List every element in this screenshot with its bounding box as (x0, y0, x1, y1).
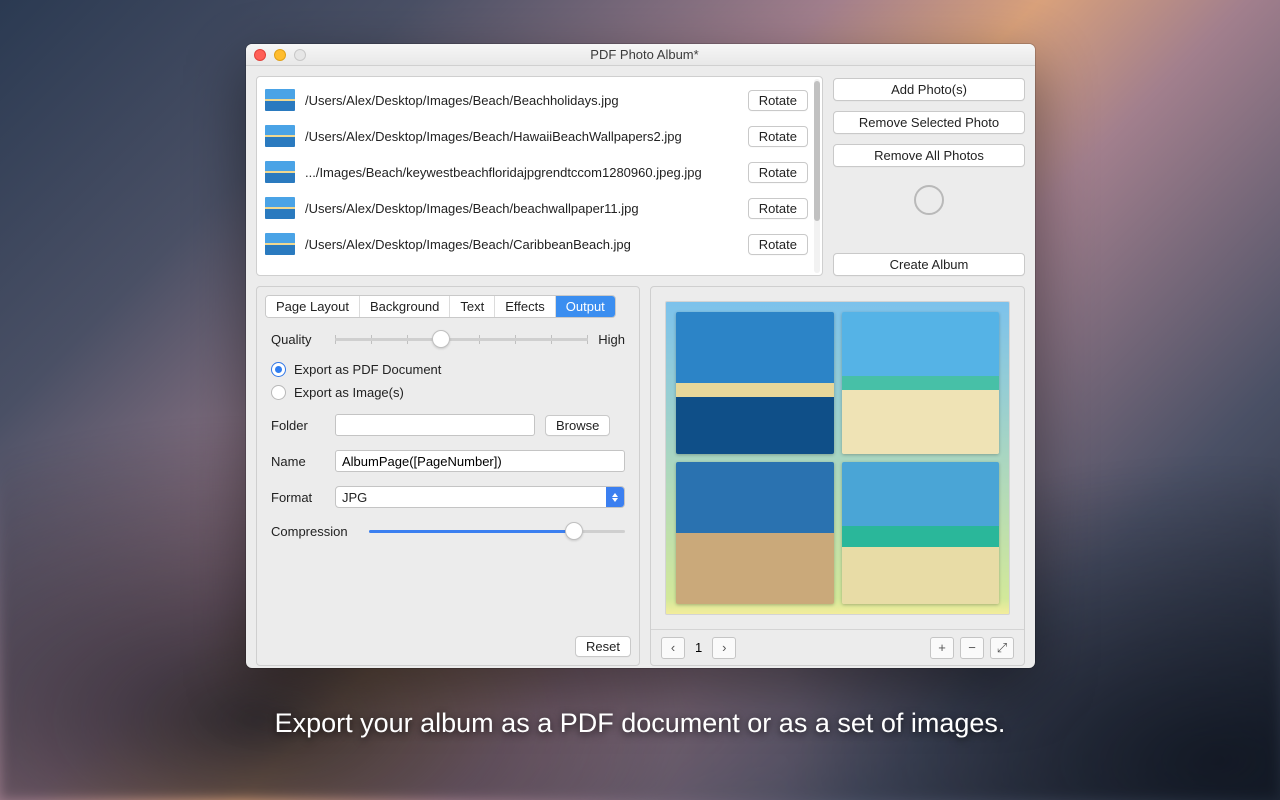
thumbnail-icon (265, 161, 295, 183)
zoom-in-button[interactable]: + (930, 637, 954, 659)
photo-path: /Users/Alex/Desktop/Images/Beach/Caribbe… (305, 237, 738, 252)
preview-image (842, 462, 1000, 604)
rotate-button[interactable]: Rotate (748, 198, 808, 219)
zoom-out-button[interactable]: − (960, 637, 984, 659)
tab-output[interactable]: Output (556, 296, 615, 317)
tab-page-layout[interactable]: Page Layout (266, 296, 360, 317)
prev-page-button[interactable]: ‹ (661, 637, 685, 659)
folder-input[interactable] (335, 414, 535, 436)
photo-path: /Users/Alex/Desktop/Images/Beach/Beachho… (305, 93, 738, 108)
photo-path: .../Images/Beach/keywestbeachfloridajpgr… (305, 165, 738, 180)
name-label: Name (271, 454, 325, 469)
export-image-radio[interactable]: Export as Image(s) (271, 385, 404, 400)
tab-background[interactable]: Background (360, 296, 450, 317)
photo-path: /Users/Alex/Desktop/Images/Beach/HawaiiB… (305, 129, 738, 144)
rotate-button[interactable]: Rotate (748, 162, 808, 183)
reset-button[interactable]: Reset (575, 636, 631, 657)
settings-tabs: Page LayoutBackgroundTextEffectsOutput (265, 295, 616, 318)
add-photos-button[interactable]: Add Photo(s) (833, 78, 1025, 101)
photo-row[interactable]: .../Images/Beach/keywestbeachfloridajpgr… (265, 154, 808, 190)
thumbnail-icon (265, 197, 295, 219)
side-actions: Add Photo(s) Remove Selected Photo Remov… (833, 76, 1025, 276)
rotate-button[interactable]: Rotate (748, 126, 808, 147)
progress-spinner-icon (914, 185, 944, 215)
folder-label: Folder (271, 418, 325, 433)
settings-panel: Page LayoutBackgroundTextEffectsOutput Q… (256, 286, 640, 666)
thumbnail-icon (265, 125, 295, 147)
photo-list: /Users/Alex/Desktop/Images/Beach/Beachho… (256, 76, 823, 276)
remove-selected-button[interactable]: Remove Selected Photo (833, 111, 1025, 134)
photo-row[interactable]: /Users/Alex/Desktop/Images/Beach/HawaiiB… (265, 118, 808, 154)
format-select[interactable]: JPG (335, 486, 625, 508)
titlebar: PDF Photo Album* (246, 44, 1035, 66)
compression-label: Compression (271, 524, 359, 539)
photo-row[interactable]: /Users/Alex/Desktop/Images/Beach/Caribbe… (265, 226, 808, 262)
radio-icon (271, 362, 286, 377)
radio-icon (271, 385, 286, 400)
browse-button[interactable]: Browse (545, 415, 610, 436)
preview-image (676, 462, 834, 604)
compression-slider[interactable] (369, 522, 625, 540)
name-input[interactable] (335, 450, 625, 472)
page-number: 1 (695, 640, 702, 655)
export-pdf-radio[interactable]: Export as PDF Document (271, 362, 441, 377)
tab-text[interactable]: Text (450, 296, 495, 317)
preview-panel: ‹ 1 › + − ⤢ (650, 286, 1025, 666)
format-label: Format (271, 490, 325, 505)
rotate-button[interactable]: Rotate (748, 234, 808, 255)
quality-slider[interactable] (335, 330, 588, 348)
preview-image (676, 312, 834, 454)
scrollbar[interactable] (814, 79, 820, 273)
photo-row[interactable]: /Users/Alex/Desktop/Images/Beach/Beachho… (265, 82, 808, 118)
thumbnail-icon (265, 89, 295, 111)
remove-all-button[interactable]: Remove All Photos (833, 144, 1025, 167)
app-window: PDF Photo Album* /Users/Alex/Desktop/Ima… (246, 44, 1035, 668)
photo-row[interactable]: /Users/Alex/Desktop/Images/Beach/beachwa… (265, 190, 808, 226)
tab-effects[interactable]: Effects (495, 296, 556, 317)
quality-label: Quality (271, 332, 325, 347)
photo-path: /Users/Alex/Desktop/Images/Beach/beachwa… (305, 201, 738, 216)
fullscreen-button[interactable]: ⤢ (990, 637, 1014, 659)
chevron-updown-icon (606, 487, 624, 507)
thumbnail-icon (265, 233, 295, 255)
preview-toolbar: ‹ 1 › + − ⤢ (651, 629, 1024, 665)
marketing-caption: Export your album as a PDF document or a… (0, 708, 1280, 739)
next-page-button[interactable]: › (712, 637, 736, 659)
album-preview (665, 301, 1010, 615)
create-album-button[interactable]: Create Album (833, 253, 1025, 276)
window-title: PDF Photo Album* (262, 47, 1027, 62)
quality-high-label: High (598, 332, 625, 347)
preview-image (842, 312, 1000, 454)
rotate-button[interactable]: Rotate (748, 90, 808, 111)
